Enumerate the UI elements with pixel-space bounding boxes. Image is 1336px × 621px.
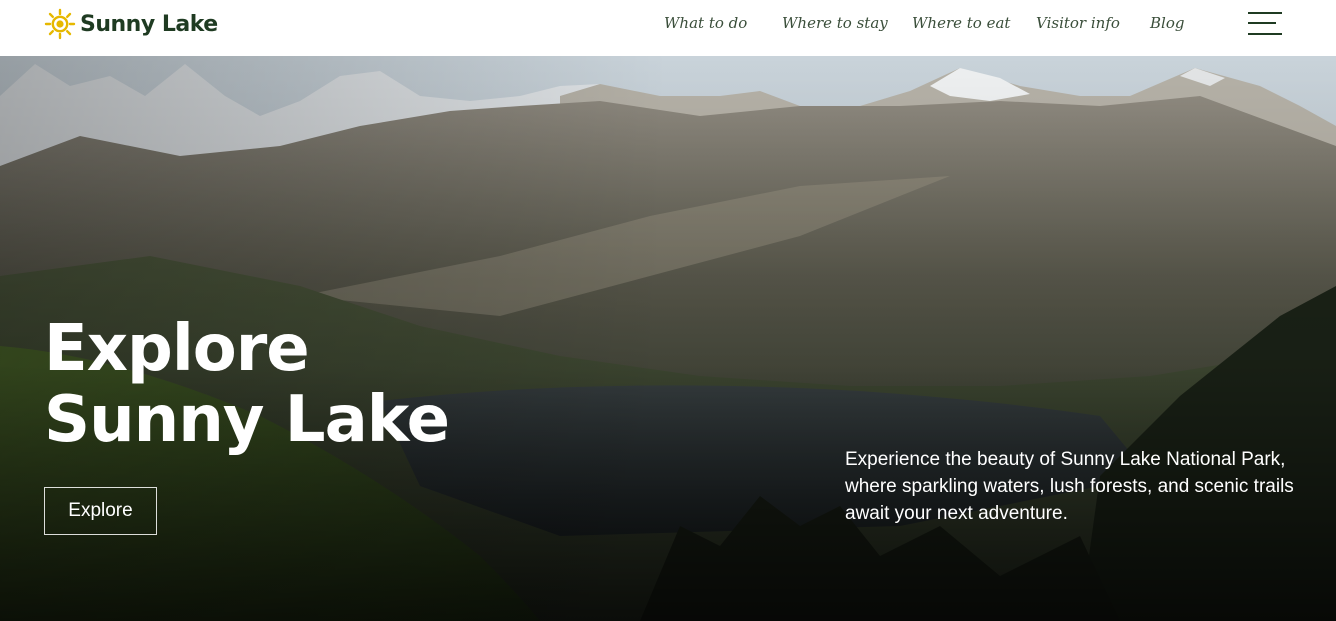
nav-item-blog[interactable]: Blog — [1150, 10, 1184, 36]
explore-button[interactable]: Explore — [44, 487, 157, 535]
site-header: Sunny Lake What to do Where to stay Wher… — [0, 0, 1336, 56]
hero-description: Experience the beauty of Sunny Lake Nati… — [845, 449, 1294, 524]
hero-section: Explore Sunny Lake Explore Experience th… — [0, 56, 1336, 621]
nav-item-what-to-do[interactable]: What to do — [664, 10, 747, 36]
hero-title-line-2: Sunny Lake — [44, 383, 450, 457]
nav-item-where-to-stay[interactable]: Where to stay — [782, 10, 888, 36]
hamburger-menu-icon[interactable] — [1248, 12, 1282, 36]
nav-item-where-to-eat[interactable]: Where to eat — [912, 10, 1010, 36]
sun-icon — [44, 8, 76, 40]
logo-link[interactable]: Sunny Lake — [44, 8, 218, 40]
brand-name: Sunny Lake — [80, 11, 218, 37]
hero-title: Explore Sunny Lake — [44, 312, 450, 457]
nav-item-visitor-info[interactable]: Visitor info — [1036, 10, 1120, 36]
hero-title-line-1: Explore — [44, 312, 310, 386]
